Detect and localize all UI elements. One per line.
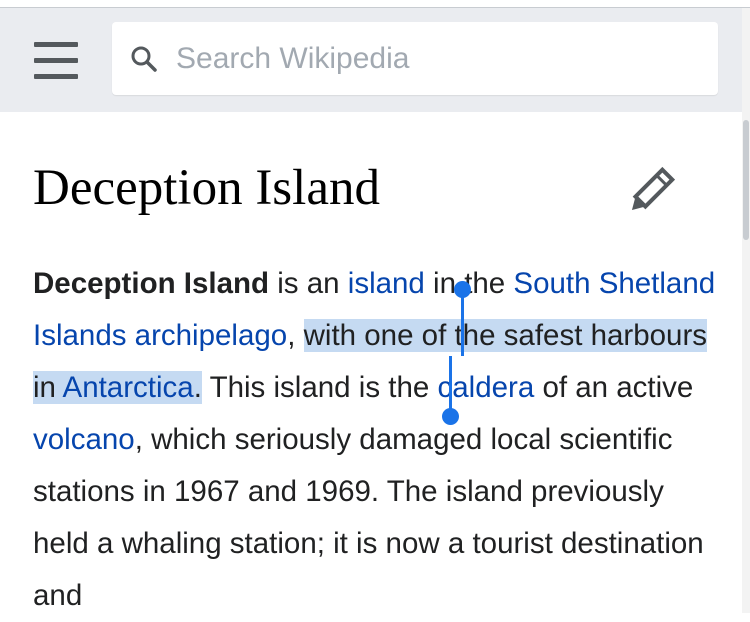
text: This island is the	[201, 371, 438, 404]
selection-end-handle[interactable]	[449, 356, 452, 414]
scrollbar[interactable]	[742, 8, 750, 613]
text: ,	[287, 319, 304, 352]
article-intro: Deception Island is an island in the Sou…	[33, 258, 723, 622]
scrollbar-thumb[interactable]	[743, 120, 749, 240]
text: .	[193, 371, 202, 404]
link-volcano[interactable]: volcano	[33, 423, 135, 456]
selection-start-knob[interactable]	[454, 281, 471, 298]
edit-pencil-icon[interactable]	[628, 160, 684, 212]
link-island[interactable]: island	[348, 267, 425, 300]
status-bar-edge	[0, 0, 750, 8]
top-bar	[0, 8, 750, 112]
menu-button[interactable]	[34, 42, 78, 82]
selection-start-handle[interactable]	[461, 290, 464, 356]
hamburger-icon-bar	[34, 74, 78, 79]
selection-end-knob[interactable]	[442, 408, 459, 425]
text: is an	[269, 267, 348, 300]
hamburger-icon	[34, 42, 78, 47]
article-subject: Deception Island	[33, 267, 270, 300]
hamburger-icon-bar	[34, 58, 78, 63]
page-title: Deception Island	[33, 160, 380, 216]
search-input[interactable]	[174, 36, 698, 82]
search-icon	[131, 46, 157, 72]
link-antarctica[interactable]: Antarctica	[63, 371, 194, 404]
search-box[interactable]	[112, 22, 718, 95]
text: of an active	[534, 371, 694, 404]
